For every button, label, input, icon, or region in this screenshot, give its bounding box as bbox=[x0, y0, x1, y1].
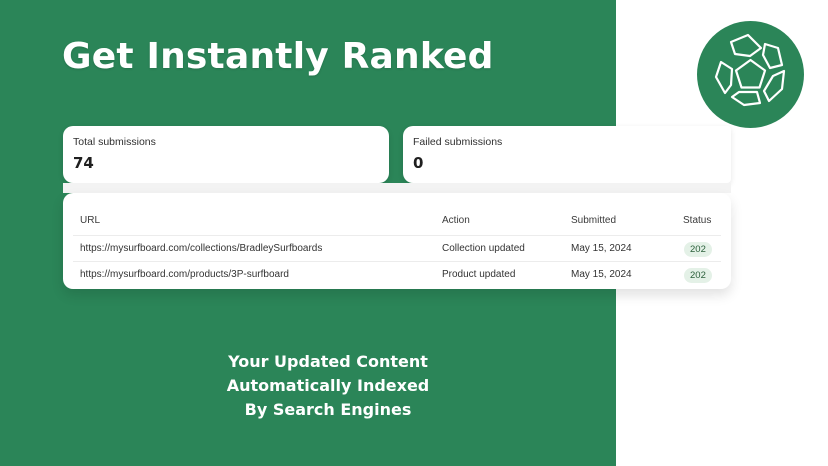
failed-submissions-value: 0 bbox=[413, 154, 424, 172]
row-divider bbox=[73, 235, 721, 236]
status-badge: 202 bbox=[684, 242, 712, 257]
row-submitted: May 15, 2024 bbox=[571, 243, 632, 254]
failed-submissions-label: Failed submissions bbox=[413, 136, 503, 148]
tagline-line-1: Your Updated Content bbox=[228, 352, 428, 371]
column-header-submitted[interactable]: Submitted bbox=[571, 215, 616, 226]
tagline-line-2: Automatically Indexed bbox=[226, 376, 430, 395]
status-badge: 202 bbox=[684, 268, 712, 283]
card-separator-strip bbox=[63, 183, 731, 193]
row-action: Product updated bbox=[442, 269, 516, 280]
total-submissions-label: Total submissions bbox=[73, 136, 156, 148]
total-submissions-card: Total submissions 74 bbox=[63, 126, 389, 183]
column-header-url[interactable]: URL bbox=[80, 215, 100, 226]
row-action: Collection updated bbox=[442, 243, 525, 254]
column-header-action[interactable]: Action bbox=[442, 215, 470, 226]
column-header-status[interactable]: Status bbox=[683, 215, 711, 226]
failed-submissions-card: Failed submissions 0 bbox=[403, 126, 731, 183]
row-submitted: May 15, 2024 bbox=[571, 269, 632, 280]
tagline: Your Updated Content Automatically Index… bbox=[200, 350, 456, 422]
pentagon-logo-icon bbox=[697, 21, 804, 128]
tagline-line-3: By Search Engines bbox=[244, 400, 412, 419]
row-url[interactable]: https://mysurfboard.com/products/3P-surf… bbox=[80, 269, 289, 280]
total-submissions-value: 74 bbox=[73, 154, 94, 172]
row-url[interactable]: https://mysurfboard.com/collections/Brad… bbox=[80, 243, 322, 254]
headline: Get Instantly Ranked bbox=[62, 36, 494, 77]
row-divider bbox=[73, 261, 721, 262]
submissions-table: URL Action Submitted Status https://mysu… bbox=[63, 193, 731, 289]
